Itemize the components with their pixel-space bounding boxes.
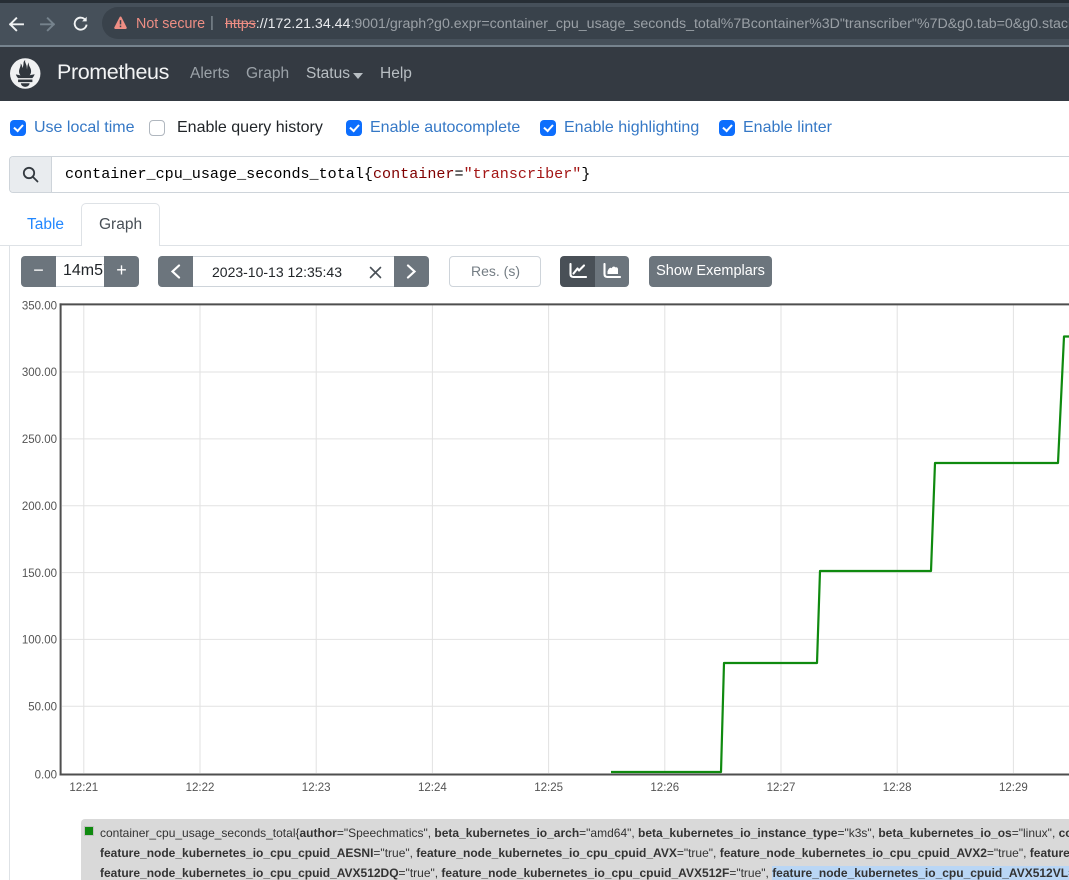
svg-text:0.00: 0.00: [35, 769, 57, 781]
svg-text:12:23: 12:23: [302, 782, 331, 794]
svg-text:12:27: 12:27: [767, 782, 796, 794]
svg-text:150.00: 150.00: [22, 568, 57, 580]
svg-text:100.00: 100.00: [22, 635, 57, 647]
svg-text:12:24: 12:24: [418, 782, 447, 794]
svg-text:250.00: 250.00: [22, 434, 57, 446]
svg-text:12:26: 12:26: [650, 782, 679, 794]
svg-text:12:21: 12:21: [69, 782, 98, 794]
svg-text:350.00: 350.00: [22, 301, 57, 313]
svg-text:12:22: 12:22: [186, 782, 215, 794]
svg-text:12:29: 12:29: [999, 782, 1028, 794]
svg-text:12:28: 12:28: [883, 782, 912, 794]
svg-text:12:25: 12:25: [534, 782, 563, 794]
svg-text:300.00: 300.00: [22, 367, 57, 379]
svg-text:200.00: 200.00: [22, 501, 57, 513]
svg-text:50.00: 50.00: [28, 702, 57, 714]
